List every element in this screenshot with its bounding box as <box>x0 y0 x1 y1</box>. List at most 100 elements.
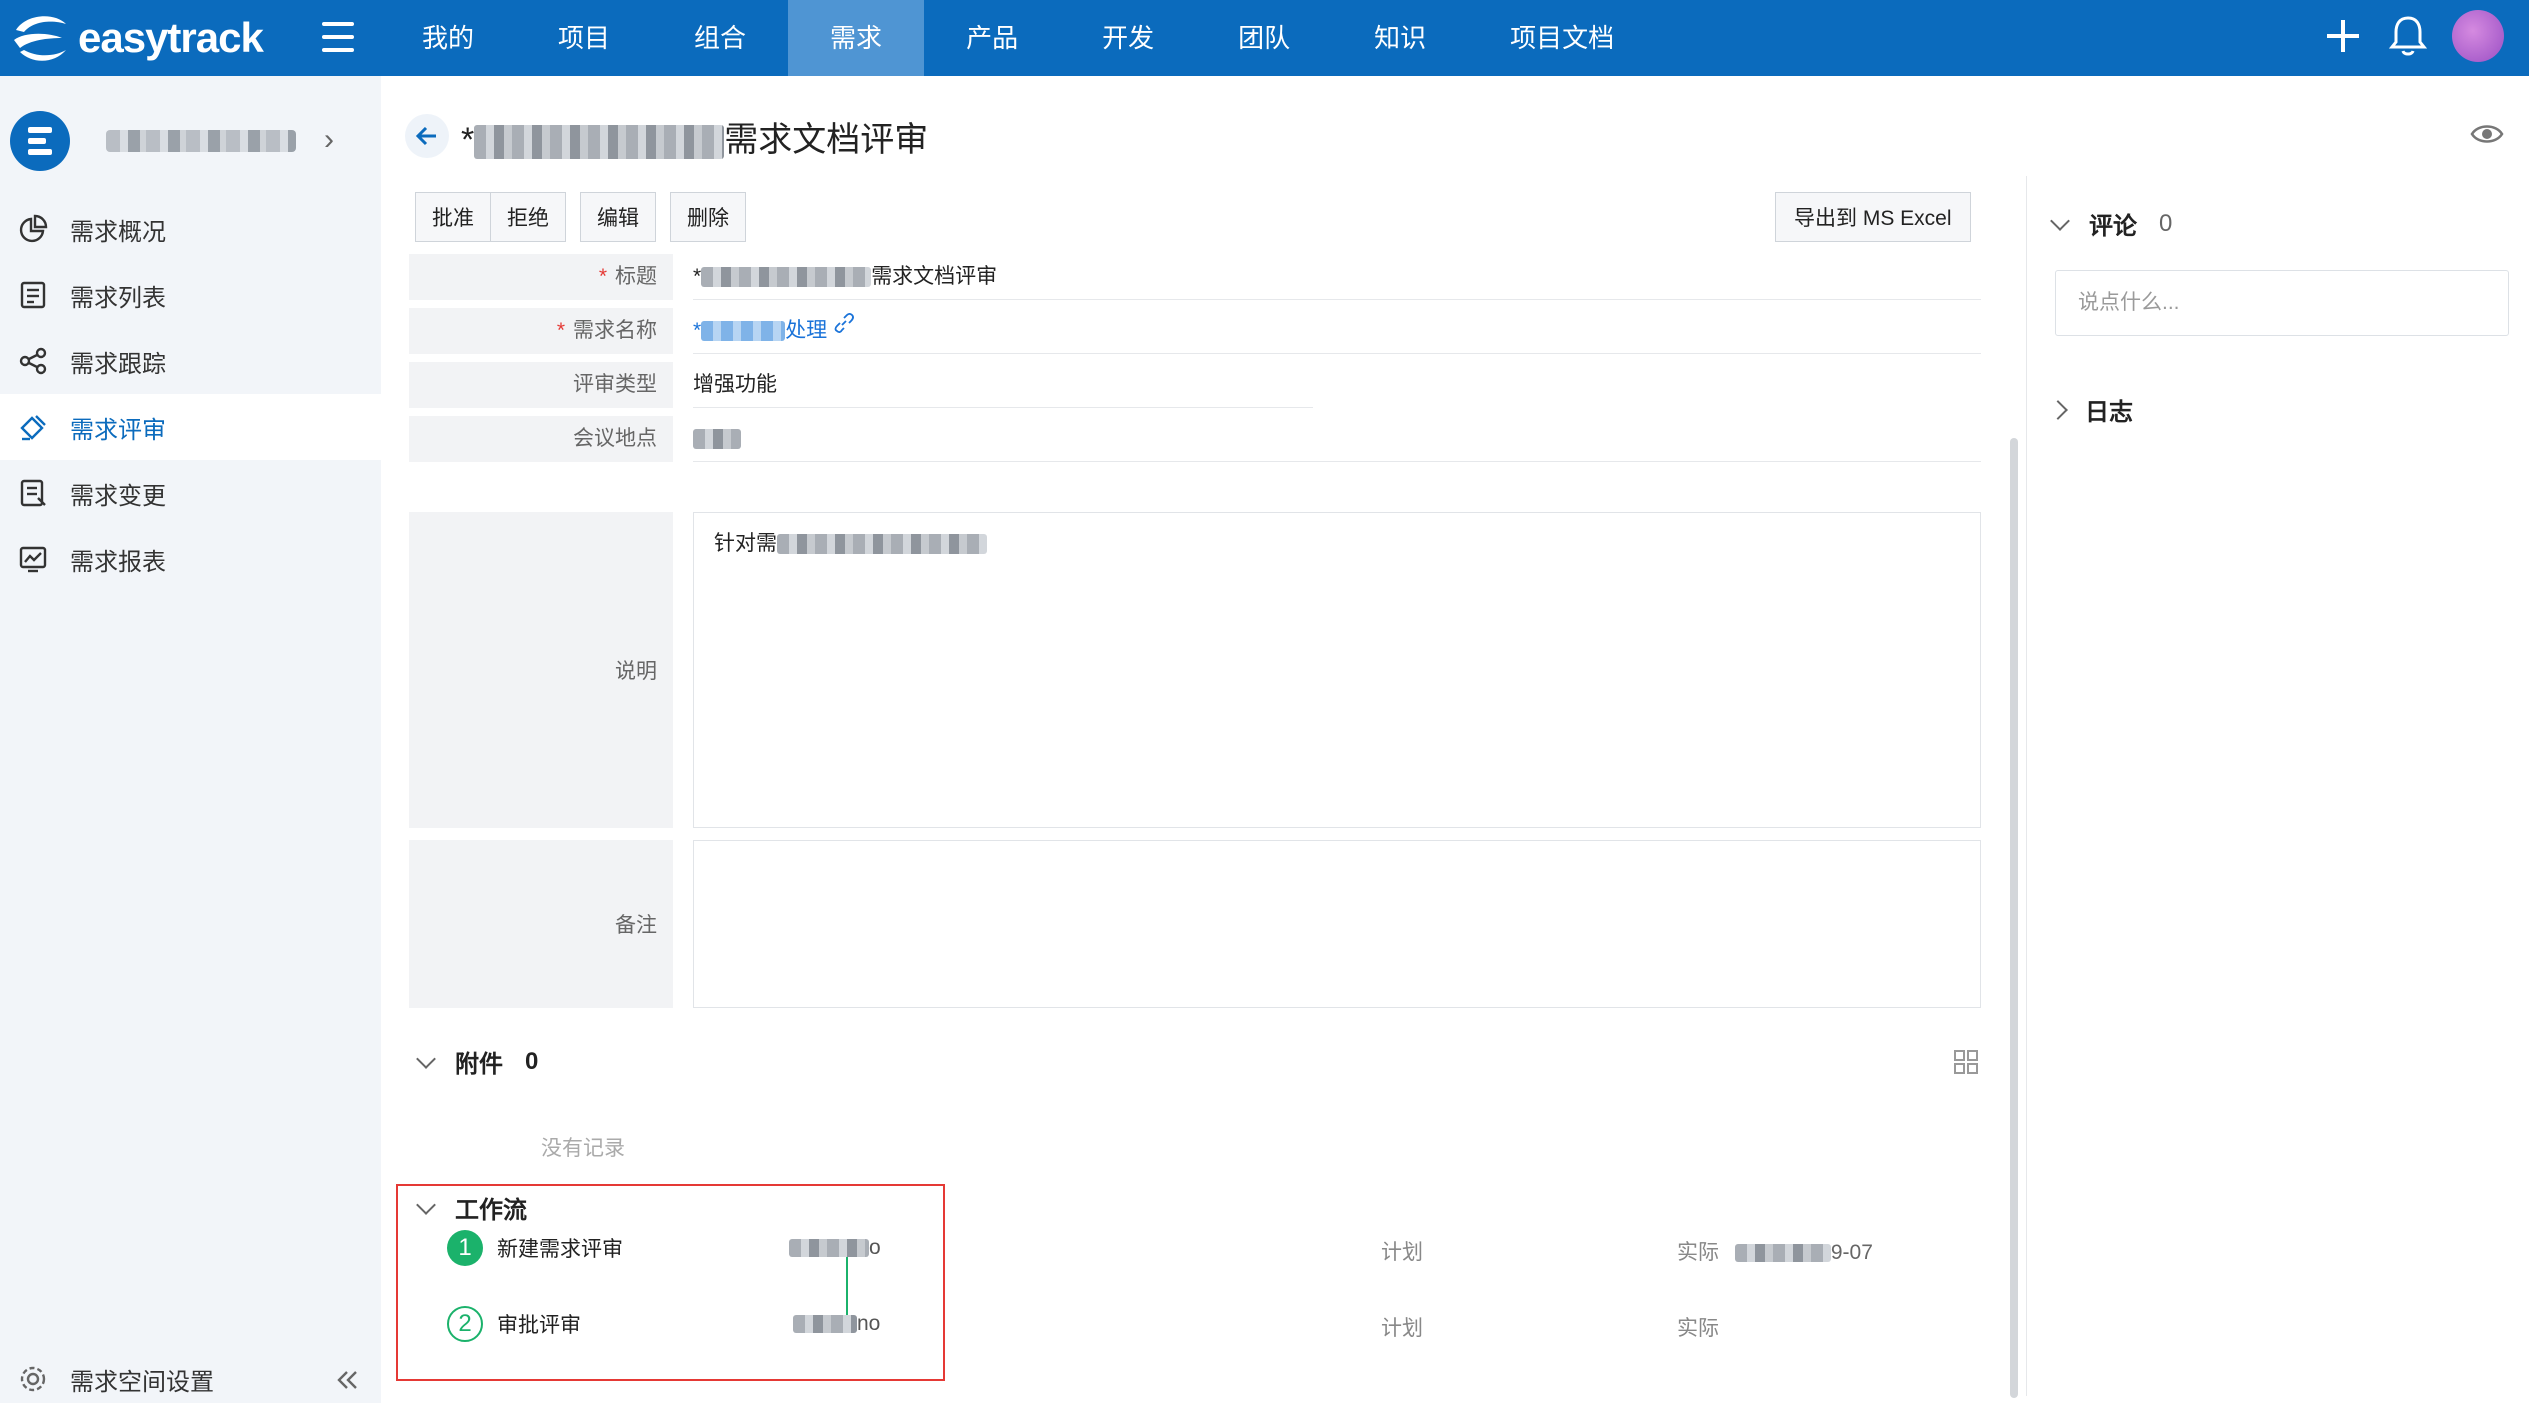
step-actual-date: 9-07 <box>1830 1241 1873 1264</box>
redacted-text <box>777 534 987 555</box>
brand-logo[interactable]: easytrack <box>10 8 264 68</box>
field-requirement-name: * 需求名称 * 处理 <box>409 308 1981 354</box>
sidebar-item-label: 需求评审 <box>70 416 166 444</box>
step-user-suffix: no <box>857 1312 881 1335</box>
field-title: * 标题 * 需求文档评审 <box>409 254 1981 300</box>
field-value: * 处理 <box>693 308 1981 354</box>
log-title: 日志 <box>2085 399 2133 426</box>
nav-item-project-docs[interactable]: 项目文档 <box>1468 0 1656 76</box>
step-name: 审批评审 <box>497 1314 581 1337</box>
page-title-prefix: * <box>461 121 475 159</box>
sidebar-item-label: 需求跟踪 <box>70 350 166 378</box>
main-nav: 我的 项目 组合 需求 产品 开发 团队 知识 项目文档 <box>380 0 1656 76</box>
title-value-prefix: * <box>693 265 702 288</box>
nav-item-development[interactable]: 开发 <box>1060 0 1196 76</box>
nav-item-mine[interactable]: 我的 <box>380 0 516 76</box>
log-header[interactable]: 日志 <box>2045 392 2133 427</box>
redacted-text <box>701 321 786 342</box>
workflow-title: 工作流 <box>455 1197 527 1224</box>
grid-view-icon[interactable] <box>1952 1048 1980 1076</box>
workflow-step[interactable]: 1 新建需求评审 <box>447 1230 623 1266</box>
delete-button[interactable]: 删除 <box>670 192 746 242</box>
step-actual-label: 实际 <box>1677 1317 1719 1340</box>
step-user-suffix: o <box>869 1236 881 1259</box>
description-field[interactable]: 针对需 <box>693 512 1981 828</box>
chevron-down-icon <box>416 1194 436 1215</box>
description-text: 针对需 <box>714 532 777 555</box>
vertical-scrollbar[interactable] <box>2010 438 2018 1398</box>
collapse-sidebar-icon[interactable] <box>333 1366 361 1394</box>
field-review-type: 评审类型 增强功能 <box>409 362 1313 408</box>
back-button[interactable] <box>405 114 449 158</box>
chevron-right-icon[interactable]: › <box>324 125 344 155</box>
step-actual-label: 实际 <box>1677 1241 1719 1264</box>
space-settings[interactable]: 需求空间设置 <box>0 1356 381 1402</box>
chevron-down-icon <box>416 1048 436 1069</box>
comment-input[interactable] <box>2055 270 2509 336</box>
field-label-text: 标题 <box>615 265 657 288</box>
space-switcher[interactable]: › <box>10 106 370 176</box>
redacted-text <box>701 267 872 288</box>
workflow-header[interactable]: 工作流 <box>411 1190 527 1225</box>
change-icon <box>20 479 46 507</box>
nav-item-products[interactable]: 产品 <box>924 0 1060 76</box>
nav-item-requirements[interactable]: 需求 <box>788 0 925 76</box>
field-label: 会议地点 <box>409 416 673 462</box>
nav-item-projects[interactable]: 项目 <box>516 0 652 76</box>
nav-item-knowledge[interactable]: 知识 <box>1332 0 1468 76</box>
workflow-step[interactable]: 2 审批评审 <box>447 1306 581 1342</box>
report-icon <box>19 546 47 573</box>
nav-item-team[interactable]: 团队 <box>1196 0 1332 76</box>
field-label: * 需求名称 <box>409 308 673 354</box>
nav-item-portfolio[interactable]: 组合 <box>652 0 788 76</box>
easytrack-logo-icon <box>14 16 66 61</box>
field-value[interactable]: 增强功能 <box>693 362 1313 408</box>
export-excel-button[interactable]: 导出到 MS Excel <box>1775 192 1971 242</box>
field-label-text: 需求名称 <box>573 319 657 342</box>
notification-bell-icon[interactable] <box>2388 14 2428 58</box>
remark-label: 备注 <box>409 840 673 1008</box>
add-icon[interactable] <box>2323 16 2363 56</box>
field-value[interactable] <box>693 416 1981 462</box>
sidebar-item-review[interactable]: 需求评审 <box>0 394 381 460</box>
redacted-text <box>693 429 741 450</box>
sidebar-item-overview[interactable]: 需求概况 <box>0 196 381 262</box>
step-number: 2 <box>447 1306 483 1342</box>
user-avatar[interactable] <box>2452 10 2504 62</box>
chevron-down-icon <box>2050 210 2070 231</box>
arrow-left-icon <box>415 126 436 146</box>
step-number: 1 <box>447 1230 483 1266</box>
link-icon[interactable] <box>833 312 855 334</box>
sidebar-item-change[interactable]: 需求变更 <box>0 460 381 526</box>
attachments-header[interactable]: 附件 0 <box>411 1044 538 1079</box>
step-user: o <box>789 1236 881 1260</box>
panel-divider <box>2026 176 2027 1396</box>
comments-header[interactable]: 评论 0 <box>2045 206 2172 241</box>
sidebar-item-report[interactable]: 需求报表 <box>0 526 381 592</box>
remark-field[interactable] <box>693 840 1981 1008</box>
edit-button[interactable]: 编辑 <box>580 192 656 242</box>
sidebar-item-label: 需求概况 <box>70 218 166 246</box>
space-settings-label: 需求空间设置 <box>70 1368 214 1396</box>
space-logo-icon <box>28 127 52 155</box>
menu-toggle-icon[interactable] <box>322 22 354 52</box>
approve-button[interactable]: 批准 <box>415 192 491 242</box>
eye-icon[interactable] <box>2469 116 2505 152</box>
action-toolbar: 批准 拒绝 编辑 删除 <box>415 192 746 242</box>
page-title: * 需求文档评审 <box>461 112 928 161</box>
step-plan-label: 计划 <box>1381 1317 1423 1340</box>
attachments-count: 0 <box>525 1047 539 1075</box>
requirement-link[interactable]: * 处理 <box>693 319 827 342</box>
sidebar: › 需求概况 需求列表 需求跟踪 需求评审 需求变更 需求报表 需求空间设置 <box>0 76 381 1403</box>
space-avatar <box>10 111 70 171</box>
field-value[interactable]: * 需求文档评审 <box>693 254 1981 300</box>
reject-button[interactable]: 拒绝 <box>491 192 566 242</box>
sidebar-item-tracking[interactable]: 需求跟踪 <box>0 328 381 394</box>
field-meeting-location: 会议地点 <box>409 416 1981 462</box>
chevron-right-icon <box>2048 399 2068 420</box>
space-name-redacted <box>106 130 296 152</box>
sidebar-item-label: 需求报表 <box>70 548 166 576</box>
sidebar-item-list[interactable]: 需求列表 <box>0 262 381 328</box>
redacted-text <box>793 1315 857 1334</box>
title-value-suffix: 需求文档评审 <box>871 265 998 288</box>
